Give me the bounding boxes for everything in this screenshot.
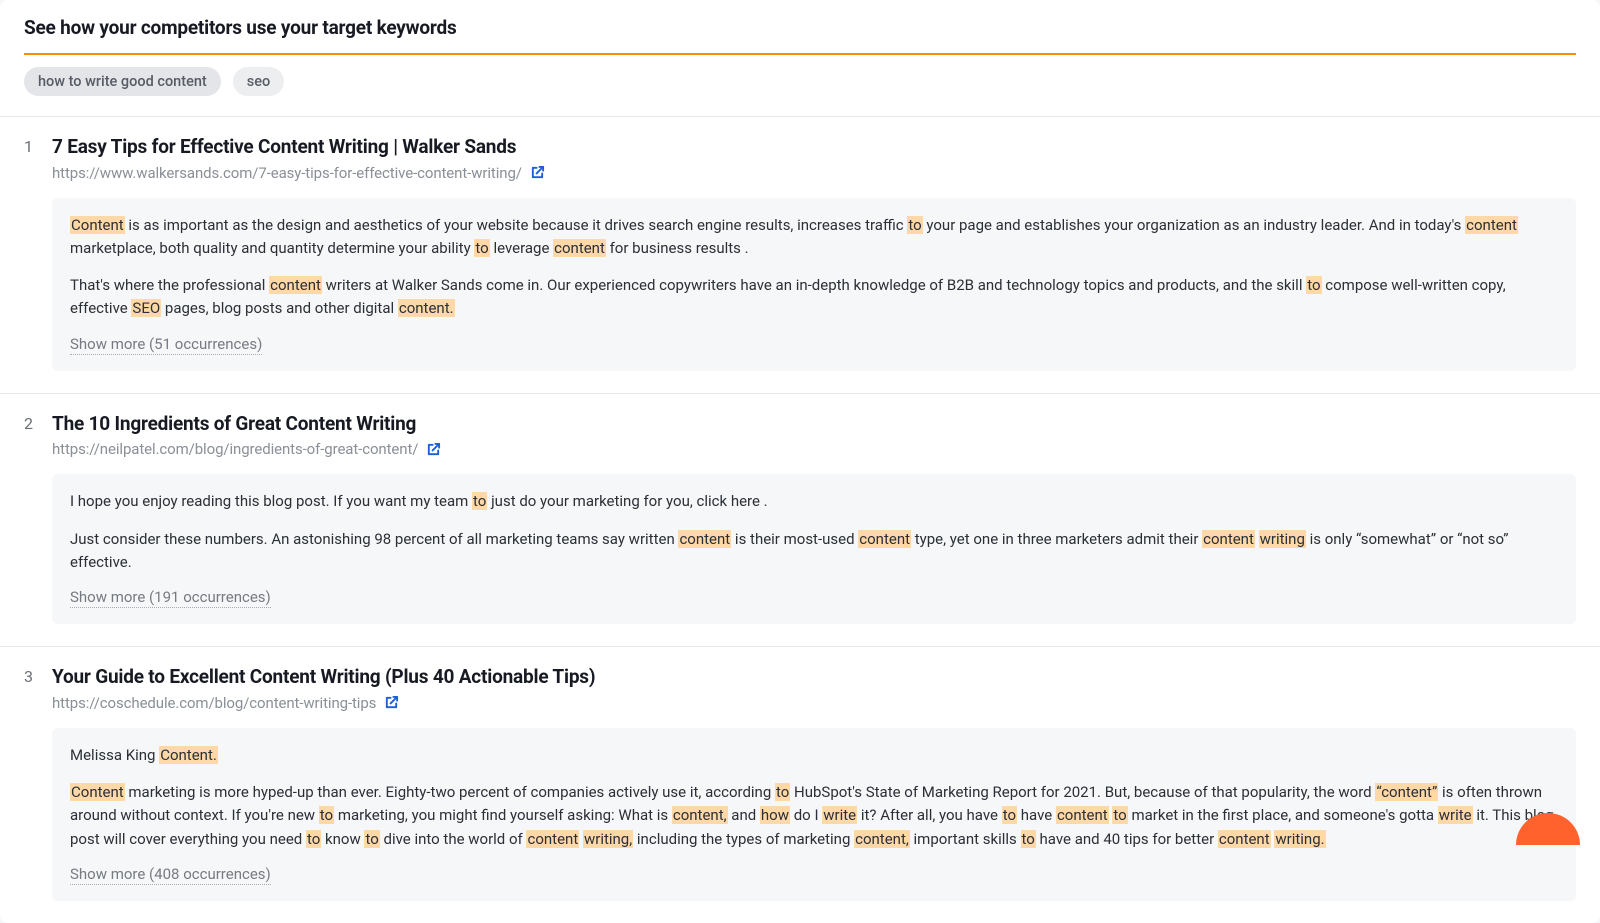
snippet-box: I hope you enjoy reading this blog post.… [52,474,1576,624]
keyword-highlight: Content [70,216,125,234]
keyword-pill[interactable]: seo [233,67,284,96]
result-body: The 10 Ingredients of Great Content Writ… [52,412,1576,646]
keyword-highlight: write [1438,806,1473,824]
snippet-paragraph: I hope you enjoy reading this blog post.… [70,490,1558,513]
result-url-row: https://coschedule.com/blog/content-writ… [52,694,1576,712]
snippet-paragraph: Melissa King Content. [70,744,1558,767]
result-row: 3Your Guide to Excellent Content Writing… [0,646,1600,923]
snippet-paragraph: Content marketing is more hyped-up than … [70,781,1558,851]
keyword-highlight: content [858,530,911,548]
keyword-highlight: SEO [131,299,161,317]
snippet-box: Content is as important as the design an… [52,198,1576,371]
result-number: 1 [24,135,52,393]
snippet-paragraph: That's where the professional content wr… [70,274,1558,321]
show-more-link[interactable]: Show more (51 occurrences) [70,335,262,355]
result-body: 7 Easy Tips for Effective Content Writin… [52,135,1576,393]
keyword-highlight: to [1002,806,1017,824]
show-more-link[interactable]: Show more (191 occurrences) [70,588,271,608]
keyword-highlight: Content [70,783,125,801]
result-url-row: https://neilpatel.com/blog/ingredients-o… [52,440,1576,458]
result-number: 2 [24,412,52,646]
panel-title: See how your competitors use your target… [24,16,1576,39]
keyword-highlight: writing [1259,530,1306,548]
keyword-highlight: content. [398,299,455,317]
results-list: 17 Easy Tips for Effective Content Writi… [0,116,1600,923]
keyword-pills: how to write good content seo [0,55,1600,116]
keyword-highlight: to [907,216,922,234]
keyword-highlight: content, [672,806,728,824]
keyword-highlight: content [1056,806,1109,824]
result-body: Your Guide to Excellent Content Writing … [52,665,1576,923]
show-more-link[interactable]: Show more (408 occurrences) [70,865,271,885]
keyword-highlight: content [1202,530,1255,548]
competitors-panel: See how your competitors use your target… [0,0,1600,923]
external-link-icon[interactable] [426,442,441,457]
result-url: https://coschedule.com/blog/content-writ… [52,694,376,712]
keyword-highlight: to [775,783,790,801]
keyword-highlight: how [760,806,790,824]
keyword-highlight: content [678,530,731,548]
panel-header: See how your competitors use your target… [0,0,1600,55]
result-title[interactable]: 7 Easy Tips for Effective Content Writin… [52,135,1576,160]
result-row: 17 Easy Tips for Effective Content Writi… [0,116,1600,393]
result-url-row: https://www.walkersands.com/7-easy-tips-… [52,164,1576,182]
keyword-highlight: to [472,492,487,510]
keyword-highlight: “content” [1375,783,1438,801]
snippet-box: Melissa King Content. Content marketing i… [52,728,1576,901]
result-url: https://neilpatel.com/blog/ingredients-o… [52,440,418,458]
result-url: https://www.walkersands.com/7-easy-tips-… [52,164,522,182]
result-row: 2The 10 Ingredients of Great Content Wri… [0,393,1600,646]
keyword-pill[interactable]: how to write good content [24,67,221,96]
result-number: 3 [24,665,52,923]
keyword-highlight: write [822,806,857,824]
keyword-highlight: to [319,806,334,824]
result-title[interactable]: Your Guide to Excellent Content Writing … [52,665,1576,690]
keyword-highlight: content [1465,216,1518,234]
keyword-highlight: Content. [159,746,218,764]
result-title[interactable]: The 10 Ingredients of Great Content Writ… [52,412,1576,437]
external-link-icon[interactable] [530,165,545,180]
keyword-highlight: to [1112,806,1127,824]
keyword-highlight: content [553,239,606,257]
external-link-icon[interactable] [384,695,399,710]
keyword-highlight: to [474,239,489,257]
snippet-paragraph: Just consider these numbers. An astonish… [70,528,1558,575]
keyword-highlight: content [269,276,322,294]
snippet-paragraph: Content is as important as the design an… [70,214,1558,261]
keyword-highlight: to [1306,276,1321,294]
